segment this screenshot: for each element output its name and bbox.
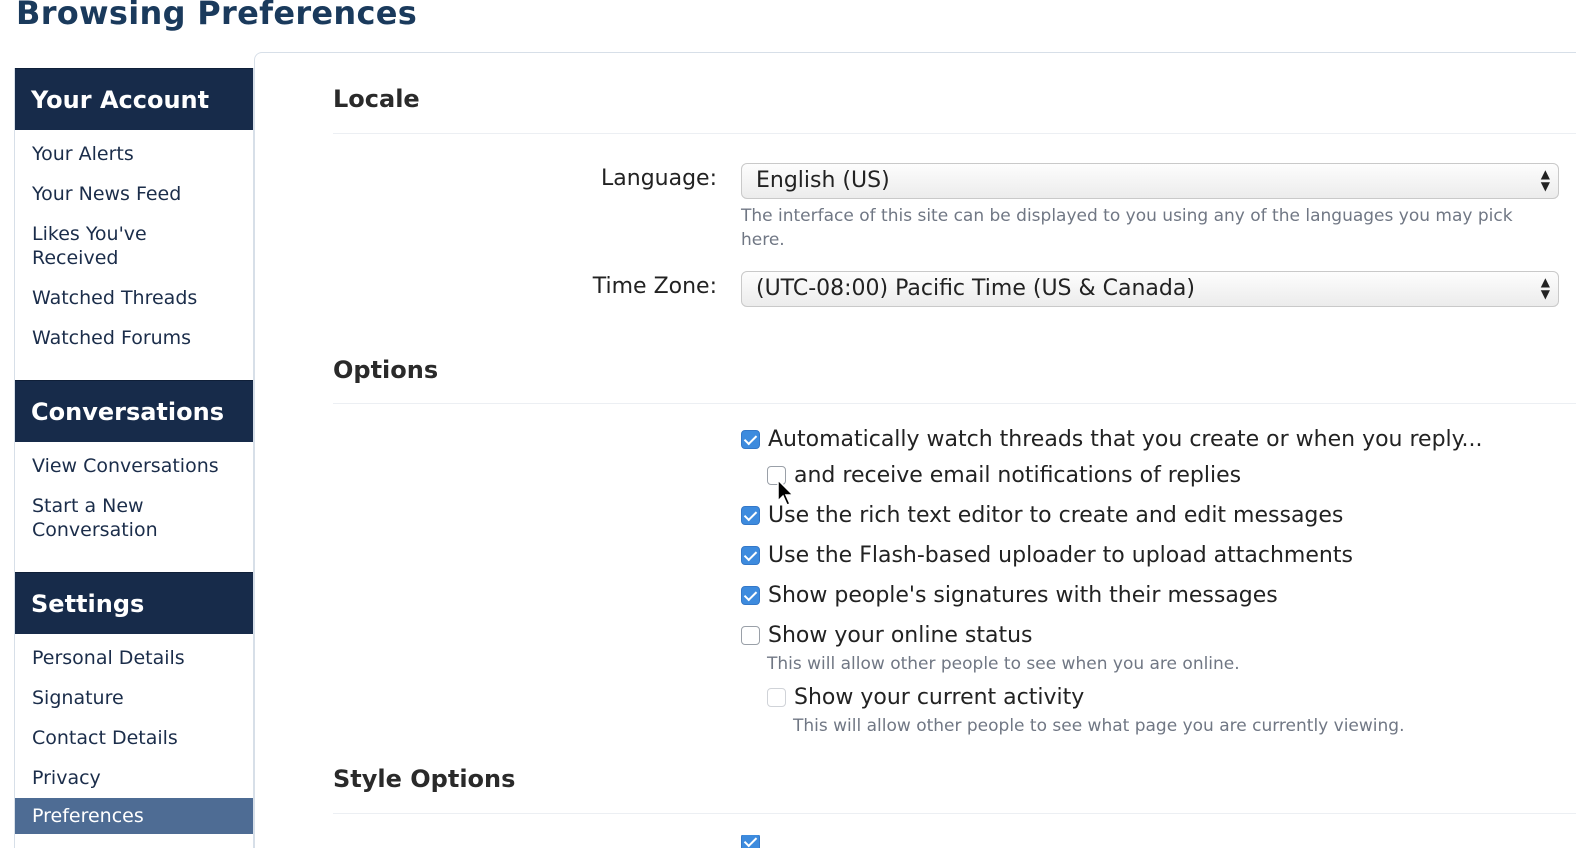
checkbox-checked-icon[interactable] bbox=[741, 586, 760, 605]
checkbox-checked-icon[interactable] bbox=[741, 430, 760, 449]
language-select-value: English (US) bbox=[756, 168, 890, 193]
sidebar-item-start-conversation[interactable]: Start a New Conversation bbox=[15, 486, 215, 550]
option-flash-uploader[interactable]: Use the Flash-based uploader to upload a… bbox=[741, 543, 1353, 568]
option-auto-watch[interactable]: Automatically watch threads that you cre… bbox=[741, 427, 1483, 452]
sidebar-header-conversations: Conversations bbox=[15, 380, 253, 442]
section-divider bbox=[333, 813, 1576, 814]
sidebar-item-personal-details[interactable]: Personal Details bbox=[15, 638, 253, 678]
timezone-select[interactable]: (UTC-08:00) Pacific Time (US & Canada) ▲… bbox=[741, 271, 1559, 307]
updown-arrows-icon: ▲ ▼ bbox=[1540, 167, 1550, 193]
option-label: Show people's signatures with their mess… bbox=[768, 583, 1278, 608]
option-email-notifications[interactable]: and receive email notifications of repli… bbox=[767, 463, 1241, 488]
sidebar-header-settings: Settings bbox=[15, 572, 253, 634]
sidebar-item-preferences[interactable]: Preferences bbox=[15, 798, 253, 834]
sidebar-item-news-feed[interactable]: Your News Feed bbox=[15, 174, 253, 214]
option-show-signatures[interactable]: Show people's signatures with their mess… bbox=[741, 583, 1278, 608]
sidebar-list-conversations: View Conversations Start a New Conversat… bbox=[15, 442, 253, 572]
current-activity-hint: This will allow other people to see what… bbox=[793, 716, 1405, 736]
checkbox-disabled-icon[interactable] bbox=[767, 688, 786, 707]
sidebar-list-settings: Personal Details Signature Contact Detai… bbox=[15, 634, 253, 848]
sidebar-item-view-conversations[interactable]: View Conversations bbox=[15, 446, 253, 486]
sidebar-item-signature[interactable]: Signature bbox=[15, 678, 253, 718]
section-divider bbox=[333, 133, 1576, 134]
sidebar-nav: Your Account Your Alerts Your News Feed … bbox=[14, 68, 254, 848]
option-current-activity[interactable]: Show your current activity bbox=[767, 685, 1084, 710]
language-label: Language: bbox=[601, 166, 717, 191]
option-label: Use the rich text editor to create and e… bbox=[768, 503, 1344, 528]
option-label: Show your current activity bbox=[794, 685, 1085, 710]
option-label: Show your online status bbox=[768, 623, 1033, 648]
sidebar-item-likes-received[interactable]: Likes You've Received bbox=[15, 214, 215, 278]
option-label: Use the Flash-based uploader to upload a… bbox=[768, 543, 1353, 568]
section-heading-locale: Locale bbox=[333, 85, 420, 113]
sidebar-header-your-account: Your Account bbox=[15, 68, 253, 130]
checkbox-checked-icon[interactable] bbox=[741, 546, 760, 565]
sidebar-item-watched-forums[interactable]: Watched Forums bbox=[15, 318, 253, 358]
updown-arrows-icon: ▲ ▼ bbox=[1540, 275, 1550, 301]
section-heading-options: Options bbox=[333, 356, 439, 384]
sidebar-item-watched-threads[interactable]: Watched Threads bbox=[15, 278, 253, 318]
sidebar-item-your-alerts[interactable]: Your Alerts bbox=[15, 134, 253, 174]
sidebar-item-contact-details[interactable]: Contact Details bbox=[15, 718, 253, 758]
preferences-form: Locale Language: English (US) ▲ ▼ The int… bbox=[254, 52, 1576, 848]
section-heading-style-options: Style Options bbox=[333, 765, 516, 793]
section-divider bbox=[333, 403, 1576, 404]
timezone-select-value: (UTC-08:00) Pacific Time (US & Canada) bbox=[756, 276, 1195, 301]
online-status-hint: This will allow other people to see when… bbox=[767, 654, 1240, 674]
language-select[interactable]: English (US) ▲ ▼ bbox=[741, 163, 1559, 199]
mouse-pointer-icon bbox=[777, 479, 795, 506]
option-partially-visible[interactable] bbox=[741, 835, 768, 848]
language-hint: The interface of this site can be displa… bbox=[741, 206, 1513, 250]
checkbox-checked-icon[interactable] bbox=[741, 835, 760, 848]
timezone-label: Time Zone: bbox=[592, 274, 717, 299]
checkbox-checked-icon[interactable] bbox=[741, 506, 760, 525]
page-title: Browsing Preferences bbox=[16, 0, 418, 32]
option-online-status[interactable]: Show your online status bbox=[741, 623, 1033, 648]
option-label: and receive email notifications of repli… bbox=[794, 463, 1242, 488]
sidebar-list-your-account: Your Alerts Your News Feed Likes You've … bbox=[15, 130, 253, 380]
checkbox-unchecked-icon[interactable] bbox=[741, 626, 760, 645]
sidebar-item-privacy[interactable]: Privacy bbox=[15, 758, 253, 798]
option-rich-text-editor[interactable]: Use the rich text editor to create and e… bbox=[741, 503, 1343, 528]
option-label: Automatically watch threads that you cre… bbox=[768, 427, 1483, 452]
